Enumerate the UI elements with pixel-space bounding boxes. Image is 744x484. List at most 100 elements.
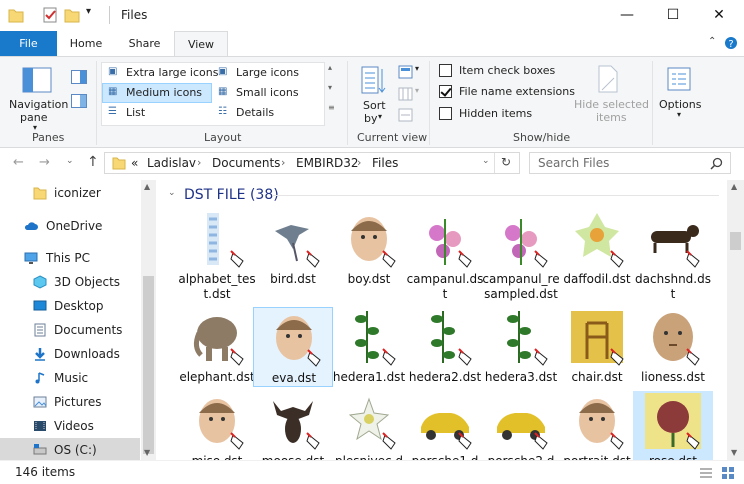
quick-access-dropdown-icon[interactable]: ▾	[86, 6, 91, 17]
breadcrumb-overflow[interactable]: «	[131, 156, 138, 170]
nav-item-desktop[interactable]: Desktop	[0, 294, 140, 318]
search-icon[interactable]	[710, 157, 723, 170]
file-item-campanul[interactable]: campanul.dst	[405, 209, 485, 305]
up-icon[interactable]: ↑	[87, 154, 99, 170]
file-item-moose[interactable]: moose.dst	[253, 391, 333, 468]
layout-medium-icons[interactable]: Medium icons	[126, 86, 202, 99]
collapse-group-icon[interactable]: ⌄	[168, 188, 176, 198]
item-check-boxes-checkbox[interactable]	[439, 64, 452, 77]
gallery-expand-icon[interactable]: ≡	[328, 103, 335, 112]
breadcrumb-separator-icon[interactable]: ›	[357, 156, 361, 169]
scroll-down-icon[interactable]: ▼	[144, 448, 150, 457]
file-item-plesnivec[interactable]: plesnivec.d	[329, 391, 409, 468]
preview-pane-icon[interactable]	[71, 70, 87, 84]
file-thumbnail-icon	[429, 219, 472, 268]
file-item-hedera2[interactable]: hedera2.dst	[405, 307, 485, 387]
layout-large-icons[interactable]: Large icons	[236, 66, 299, 79]
nav-item-music[interactable]: Music	[0, 366, 140, 390]
file-item-miso[interactable]: miso.dst	[177, 391, 257, 468]
file-item-dachshnd[interactable]: dachshnd.dst	[633, 209, 713, 305]
sort-icon[interactable]	[360, 65, 386, 97]
file-item-boy[interactable]: boy.dst	[329, 209, 409, 305]
navigation-pane-label[interactable]: Navigation	[9, 98, 68, 111]
file-thumbnail-icon	[431, 311, 472, 366]
close-button[interactable]: ✕	[696, 0, 742, 31]
forward-icon[interactable]: →	[39, 155, 50, 170]
layout-extra-large-icons[interactable]: Extra large icons	[126, 66, 218, 79]
nav-scrollbar[interactable]: ▲ ▼	[141, 180, 156, 460]
item-check-boxes-label[interactable]: Item check boxes	[459, 64, 555, 77]
file-item-bird[interactable]: bird.dst	[253, 209, 333, 305]
breadcrumb-embird32[interactable]: EMBIRD32	[296, 156, 359, 170]
search-input[interactable]: Search Files	[529, 152, 731, 174]
minimize-button[interactable]: —	[604, 0, 650, 31]
nav-item-downloads[interactable]: Downloads	[0, 342, 140, 366]
new-folder-icon[interactable]	[64, 7, 80, 23]
sort-label-2[interactable]: by	[364, 112, 378, 125]
collapse-ribbon-icon[interactable]: ⌃	[708, 36, 716, 47]
layout-small-icons[interactable]: Small icons	[236, 86, 299, 99]
breadcrumb-files[interactable]: Files	[372, 156, 398, 170]
file-item-campanul-resampled[interactable]: campanul_resampled.dst	[481, 209, 561, 305]
title-divider	[109, 6, 110, 24]
file-item-porsche1[interactable]: porsche1.d	[405, 391, 485, 468]
hidden-items-label[interactable]: Hidden items	[459, 107, 532, 120]
tab-file[interactable]: File	[0, 31, 57, 56]
layout-details[interactable]: Details	[236, 106, 274, 119]
file-item-lioness[interactable]: lioness.dst	[633, 307, 713, 387]
file-item-alphabet-test[interactable]: alphabet_test.dst	[177, 209, 257, 305]
back-icon[interactable]: ←	[13, 155, 24, 170]
refresh-icon[interactable]: ↻	[501, 155, 511, 169]
content-scrollbar-thumb[interactable]	[730, 232, 741, 250]
file-item-hedera1[interactable]: hedera1.dst	[329, 307, 409, 387]
tab-view[interactable]: View	[174, 31, 228, 57]
nav-item-os-c[interactable]: OS (C:)	[0, 438, 140, 462]
scroll-up-icon[interactable]: ▲	[144, 182, 150, 191]
scroll-down-icon[interactable]: ▼	[731, 448, 737, 457]
file-item-portrait[interactable]: portrait.dst	[557, 391, 637, 468]
hidden-items-checkbox[interactable]	[439, 107, 452, 120]
maximize-button[interactable]: ☐	[650, 0, 696, 31]
nav-item-3d-objects[interactable]: 3D Objects	[0, 270, 140, 294]
scroll-up-icon[interactable]: ▲	[731, 182, 737, 191]
gallery-scroll-up-icon[interactable]: ▴	[328, 63, 332, 72]
file-item-eva[interactable]: eva.dst	[253, 307, 333, 387]
help-icon[interactable]: ?	[724, 36, 738, 50]
group-header[interactable]: DST FILE (38)	[184, 187, 279, 203]
nav-item-documents[interactable]: Documents	[0, 318, 140, 342]
group-by-icon[interactable]	[398, 65, 414, 79]
address-dropdown-icon[interactable]: ⌄	[482, 156, 490, 166]
details-view-icon[interactable]	[699, 467, 713, 479]
file-item-elephant[interactable]: elephant.dst	[177, 307, 257, 387]
recent-locations-icon[interactable]: ⌄	[66, 156, 74, 166]
properties-icon[interactable]	[42, 7, 58, 23]
nav-item-iconizer[interactable]: iconizer	[0, 181, 140, 205]
file-item-porsche2[interactable]: porsche2.d	[481, 391, 561, 468]
large-icons-view-icon[interactable]	[721, 466, 735, 480]
file-name-extensions-checkbox[interactable]	[439, 85, 452, 98]
sort-label[interactable]: Sort	[363, 99, 386, 112]
file-item-daffodil[interactable]: daffodil.dst	[557, 209, 637, 305]
breadcrumb-separator-icon[interactable]: ›	[197, 156, 201, 169]
nav-item-pictures[interactable]: Pictures	[0, 390, 140, 414]
content-scrollbar[interactable]: ▲ ▼	[727, 180, 744, 460]
breadcrumb-ladislav[interactable]: Ladislav	[147, 156, 196, 170]
nav-scrollbar-thumb[interactable]	[143, 276, 154, 454]
nav-item-this-pc[interactable]: This PC	[0, 246, 140, 270]
tab-share[interactable]: Share	[115, 31, 174, 56]
gallery-scroll-down-icon[interactable]: ▾	[328, 83, 332, 92]
layout-list[interactable]: List	[126, 106, 145, 119]
options-icon[interactable]	[666, 66, 694, 94]
nav-item-onedrive[interactable]: OneDrive	[0, 214, 140, 238]
file-name-extensions-label[interactable]: File name extensions	[459, 85, 575, 98]
breadcrumb-separator-icon[interactable]: ›	[281, 156, 285, 169]
details-pane-icon[interactable]	[71, 94, 87, 108]
nav-item-videos[interactable]: Videos	[0, 414, 140, 438]
breadcrumb-documents[interactable]: Documents	[212, 156, 280, 170]
navigation-pane-icon[interactable]	[22, 67, 52, 95]
tab-home[interactable]: Home	[57, 31, 115, 56]
file-item-chair[interactable]: chair.dst	[557, 307, 637, 387]
file-item-hedera3[interactable]: hedera3.dst	[481, 307, 561, 387]
address-bar[interactable]: « Ladislav › Documents › EMBIRD32 › File…	[104, 152, 520, 174]
file-item-rose[interactable]: rose.dst	[633, 391, 713, 468]
